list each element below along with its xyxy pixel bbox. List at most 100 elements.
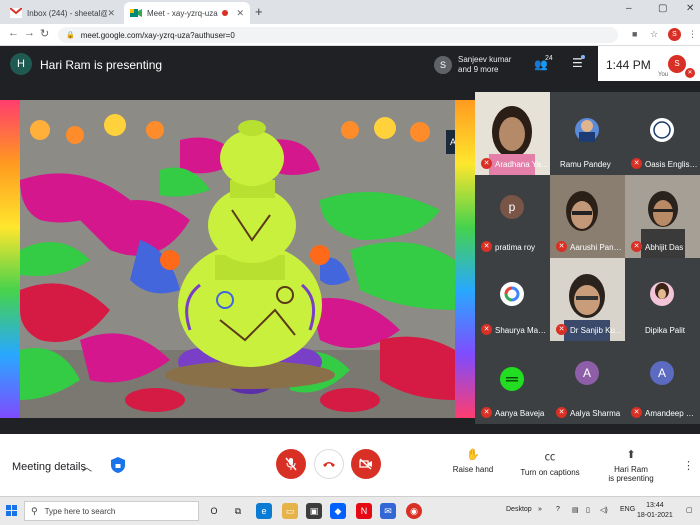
raise-hand-button[interactable]: ✋ Raise hand — [448, 448, 498, 474]
recording-dot-icon — [221, 10, 228, 16]
back-icon[interactable]: ← — [8, 27, 19, 39]
leave-call-button[interactable] — [314, 449, 344, 479]
notifications-icon[interactable]: ▢ — [686, 506, 693, 514]
meeting-details-button[interactable]: Meeting details — [12, 461, 86, 473]
close-window-button[interactable]: ✕ — [686, 3, 694, 14]
chevron-up-icon[interactable]: ︿ — [82, 459, 92, 474]
avatar: A — [650, 361, 674, 385]
participant-tile[interactable]: ✕ Abhijit Das — [625, 175, 700, 258]
store-icon[interactable]: ▣ — [306, 503, 322, 519]
meet-header: H Hari Ram is presenting S Sanjeev kumar… — [0, 46, 700, 84]
clock: 1:44 PM — [606, 58, 651, 72]
mail-icon[interactable]: ✉ — [380, 503, 396, 519]
participant-name: Ramu Pandey — [560, 160, 611, 169]
participant-tile[interactable]: ✕ Shaurya Mad... — [475, 258, 550, 341]
taskbar-date: 18-01-2021 — [637, 512, 673, 519]
people-count: 24 — [545, 55, 553, 62]
network-icon[interactable]: ▤ — [572, 506, 579, 514]
cortana-icon[interactable]: O — [206, 503, 222, 519]
maximize-button[interactable]: ▢ — [658, 3, 667, 14]
captions-button[interactable]: ㏄ Turn on captions — [518, 448, 582, 477]
participant-tile[interactable]: A ✕ Amandeep Si... — [625, 341, 700, 424]
close-tab-icon[interactable]: ✕ — [236, 8, 244, 19]
search-placeholder: Type here to search — [44, 506, 116, 516]
battery-icon[interactable]: ▯ — [586, 506, 590, 514]
windows-start-icon[interactable] — [6, 505, 18, 517]
help-icon[interactable]: ? — [556, 506, 560, 513]
chrome-icon[interactable]: ◉ — [406, 503, 422, 519]
file-explorer-icon[interactable]: ▭ — [282, 503, 298, 519]
mic-off-icon: ✕ — [481, 241, 492, 252]
tab-gmail-inbox[interactable]: Inbox (244) - sheetal@theindian ✕ — [4, 2, 121, 24]
participant-tile[interactable]: Ramu Pandey — [550, 92, 625, 175]
profile-avatar[interactable]: S — [668, 28, 681, 41]
captions-label: Turn on captions — [520, 468, 580, 477]
tab-title: Meet - xay-yzrq-uza — [147, 8, 218, 18]
shield-lock-icon[interactable] — [110, 456, 126, 474]
gmail-icon — [10, 8, 22, 18]
participant-tile[interactable]: ✕ Oasis English... — [625, 92, 700, 175]
reload-icon[interactable]: ↻ — [40, 27, 49, 40]
participant-name: Aradhana Ya... — [495, 160, 548, 169]
participant-tile[interactable]: ✕ Dr Sanjib Ku... — [550, 258, 625, 341]
taskbar-search-input[interactable]: ⚲ Type here to search — [24, 501, 199, 521]
mic-off-icon: ✕ — [631, 241, 642, 252]
participant-tile[interactable]: A ✕ Aalya Sharma — [550, 341, 625, 424]
presenting-line1: Hari Ram — [614, 465, 648, 474]
new-tab-button[interactable]: + — [255, 4, 263, 19]
browser-tab-strip: Inbox (244) - sheetal@theindian ✕ Meet -… — [0, 0, 700, 24]
mic-off-icon: ✕ — [556, 407, 567, 418]
presenting-line2: is presenting — [608, 474, 654, 483]
language-indicator[interactable]: ENG — [620, 506, 635, 513]
hang-up-icon — [323, 462, 335, 467]
slide-overlay-badge: A — [446, 130, 455, 154]
task-view-icon[interactable]: ⧉ — [230, 503, 246, 519]
participant-tile[interactable]: ✕ Aradhana Ya... — [475, 92, 550, 175]
more-options-icon[interactable]: ⋮ — [683, 459, 694, 472]
netflix-icon[interactable]: N — [356, 503, 372, 519]
self-label: You — [658, 72, 669, 78]
lock-icon: 🔒 — [66, 32, 75, 39]
participant-tile[interactable]: p ✕ pratima roy — [475, 175, 550, 258]
mic-off-icon: ✕ — [481, 407, 492, 418]
presenting-button[interactable]: ⬆ Hari Ram is presenting — [604, 448, 658, 483]
url-text: meet.google.com/xay-yzrq-uza?authuser=0 — [80, 30, 235, 40]
close-tab-icon[interactable]: ✕ — [107, 8, 115, 19]
participant-tile[interactable]: Dipika Palit — [625, 258, 700, 341]
mic-off-icon: ✕ — [481, 324, 492, 335]
presentation-border-left — [0, 100, 20, 418]
taskbar-time: 13:44 — [646, 502, 664, 509]
self-view-panel: 1:44 PM S You ✕ — [598, 46, 700, 81]
mic-off-icon: ✕ — [631, 158, 642, 169]
camera-off-icon — [359, 458, 372, 470]
self-avatar: S — [668, 55, 686, 73]
search-icon: ⚲ — [31, 505, 38, 516]
joined-participants-chip[interactable]: S Sanjeev kumar and 9 more — [434, 52, 526, 78]
presenter-avatar: H — [10, 53, 32, 75]
participant-name: Oasis English... — [645, 160, 698, 169]
google-meet-icon — [130, 9, 142, 17]
desktop-label[interactable]: Desktop — [506, 506, 532, 513]
taskbar-clock[interactable]: 13:44 18-01-2021 — [637, 501, 673, 521]
minimize-button[interactable]: – — [626, 3, 632, 14]
volume-icon[interactable]: ◁) — [600, 506, 608, 514]
dropbox-icon[interactable]: ◆ — [330, 503, 346, 519]
presentation-stage: A — [0, 84, 475, 434]
participant-tile[interactable]: ✕ Aarushi Panw... — [550, 175, 625, 258]
joined-line2: and 9 more — [458, 65, 499, 74]
url-field[interactable]: 🔒 meet.google.com/xay-yzrq-uza?authuser=… — [58, 27, 618, 43]
participant-tile[interactable]: ✕ Aanya Baveja — [475, 341, 550, 424]
forward-icon[interactable]: → — [24, 27, 35, 39]
camera-indicator-icon[interactable]: ■ — [632, 29, 637, 39]
chevron-icon[interactable]: » — [538, 506, 542, 513]
participant-name: Aarushi Panw... — [570, 243, 623, 252]
mic-off-icon — [285, 457, 297, 471]
hand-icon: ✋ — [466, 449, 480, 461]
tab-google-meet[interactable]: Meet - xay-yzrq-uza ✕ — [124, 2, 250, 24]
presentation-border-right — [455, 100, 475, 418]
camera-toggle-button[interactable] — [351, 449, 381, 479]
mic-toggle-button[interactable] — [276, 449, 306, 479]
bookmark-star-icon[interactable]: ☆ — [650, 29, 658, 40]
edge-icon[interactable]: e — [256, 503, 272, 519]
browser-menu-icon[interactable]: ⋮ — [688, 29, 697, 40]
